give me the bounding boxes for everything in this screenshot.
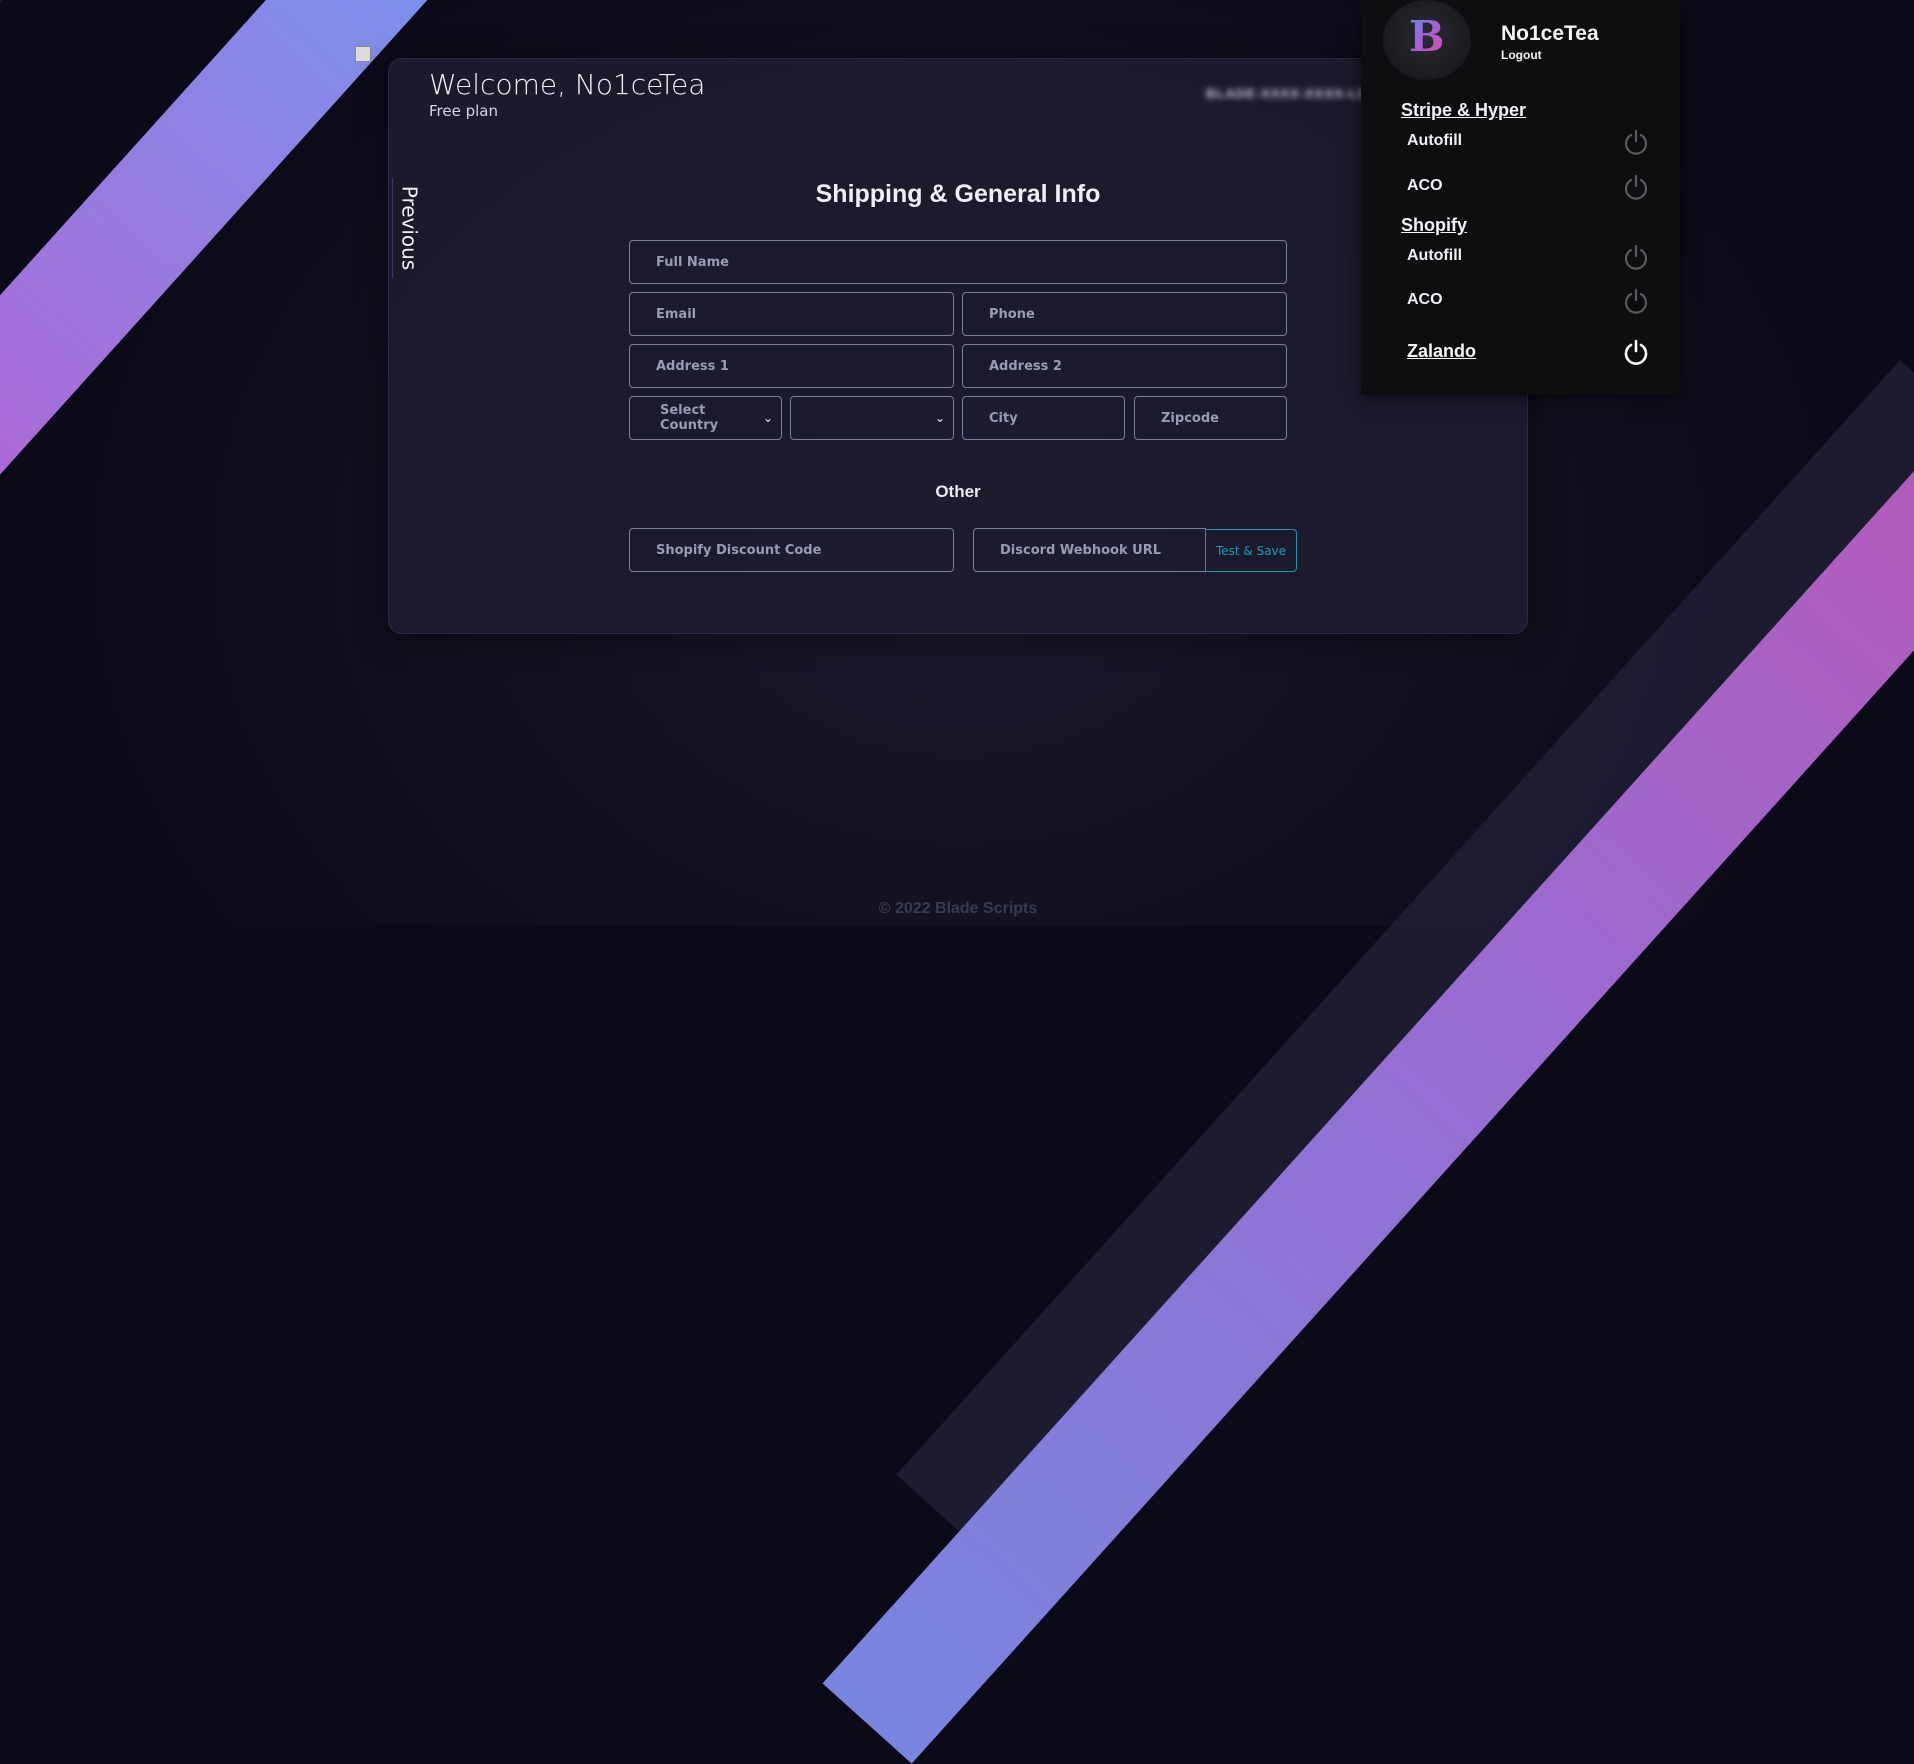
username: No1ceTea bbox=[1501, 22, 1599, 45]
address2-placeholder: Address 2 bbox=[989, 358, 1062, 374]
broken-image-icon bbox=[355, 46, 371, 62]
power-icon[interactable] bbox=[1622, 128, 1650, 156]
test-save-label: Test & Save bbox=[1215, 543, 1287, 558]
power-icon[interactable] bbox=[1622, 287, 1650, 315]
other-section-title: Other bbox=[935, 482, 981, 501]
license-key: BLADE-XXXX-XXXX-LEE bbox=[1206, 86, 1366, 101]
address1-placeholder: Address 1 bbox=[656, 358, 729, 374]
stripe-aco-label: ACO bbox=[1407, 177, 1443, 194]
address2-input[interactable]: Address 2 bbox=[962, 344, 1287, 388]
email-placeholder: Email bbox=[656, 306, 697, 322]
shopify-aco-label: ACO bbox=[1407, 291, 1443, 308]
section-title-shopify: Shopify bbox=[1401, 215, 1467, 235]
stripe-autofill-label: Autofill bbox=[1407, 132, 1463, 149]
main-card bbox=[388, 58, 1528, 634]
logout-link[interactable]: Logout bbox=[1501, 48, 1542, 62]
footer-copyright: © 2022 Blade Scripts bbox=[878, 900, 1038, 917]
previous-label: Previous bbox=[397, 185, 421, 271]
shopify-autofill-label: Autofill bbox=[1407, 247, 1463, 264]
shopify-discount-input[interactable]: Shopify Discount Code bbox=[629, 528, 954, 572]
chevron-down-icon: ⌄ bbox=[934, 411, 945, 425]
zipcode-placeholder: Zipcode bbox=[1161, 410, 1219, 426]
full-name-placeholder: Full Name bbox=[656, 254, 729, 270]
blade-logo-icon: B bbox=[1409, 12, 1445, 61]
test-save-button[interactable]: Test & Save bbox=[1205, 529, 1297, 572]
phone-input[interactable]: Phone bbox=[962, 292, 1287, 336]
city-placeholder: City bbox=[989, 410, 1018, 426]
welcome-heading: Welcome, No1ceTea bbox=[429, 68, 706, 101]
power-icon[interactable] bbox=[1622, 173, 1650, 201]
power-icon[interactable] bbox=[1622, 338, 1650, 366]
country-select[interactable]: Select Country ⌄ bbox=[629, 396, 782, 440]
country-selected-value: Select Country bbox=[660, 403, 719, 433]
phone-placeholder: Phone bbox=[989, 306, 1035, 322]
zipcode-input[interactable]: Zipcode bbox=[1134, 396, 1287, 440]
plan-label: Free plan bbox=[429, 102, 498, 120]
email-input[interactable]: Email bbox=[629, 292, 954, 336]
state-select[interactable]: ⌄ bbox=[790, 396, 954, 440]
zalando-link[interactable]: Zalando bbox=[1407, 341, 1476, 362]
form-title: Shipping & General Info bbox=[815, 180, 1101, 208]
discount-placeholder: Shopify Discount Code bbox=[656, 542, 822, 558]
full-name-input[interactable]: Full Name bbox=[629, 240, 1287, 284]
address1-input[interactable]: Address 1 bbox=[629, 344, 954, 388]
chevron-down-icon: ⌄ bbox=[762, 411, 773, 425]
webhook-placeholder: Discord Webhook URL bbox=[1000, 542, 1162, 558]
discord-webhook-input[interactable]: Discord Webhook URL bbox=[973, 528, 1206, 572]
city-input[interactable]: City bbox=[962, 396, 1125, 440]
previous-button[interactable]: Previous bbox=[392, 178, 425, 278]
power-icon[interactable] bbox=[1622, 243, 1650, 271]
section-title-stripe-hyper: Stripe & Hyper bbox=[1401, 100, 1527, 120]
